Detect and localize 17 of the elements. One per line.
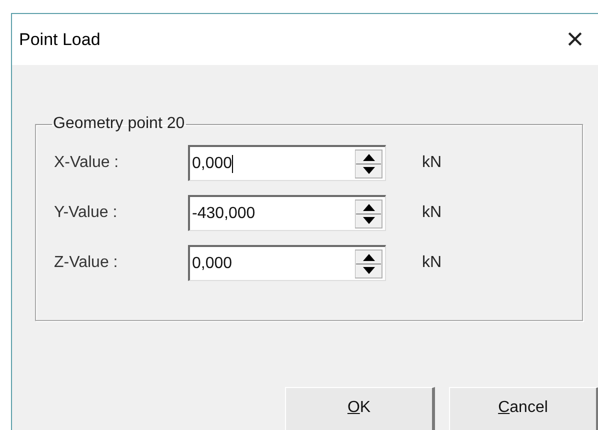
unit-label: kN (422, 154, 442, 172)
dialog-button[interactable]: Cancel (449, 387, 598, 430)
unit-label: kN (422, 204, 442, 222)
spinner-icon[interactable] (355, 148, 383, 178)
group-title: Geometry point 20 (52, 115, 186, 133)
number-field[interactable]: 0,000 (188, 145, 386, 181)
number-field[interactable]: -430,000 (188, 195, 386, 231)
unit-label: kN (422, 254, 442, 272)
number-field[interactable]: 0,000 (188, 245, 386, 281)
field-label: X-Value : (54, 154, 120, 172)
spinner-icon[interactable] (355, 248, 383, 278)
field-label: Z-Value : (54, 254, 119, 272)
spinner-icon[interactable] (355, 198, 383, 228)
window-title: Point Load (19, 30, 100, 50)
field-label: Y-Value : (54, 204, 118, 222)
close-button[interactable]: × (562, 24, 588, 54)
dialog-button[interactable]: OK (285, 387, 435, 430)
